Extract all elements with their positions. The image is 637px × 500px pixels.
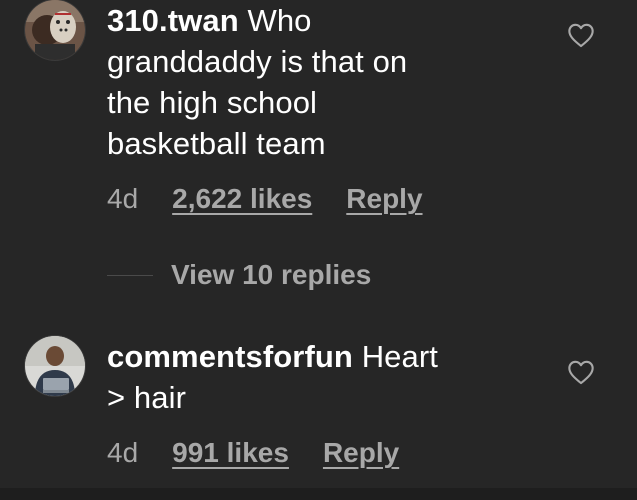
comment-body-line: > hair — [107, 380, 187, 415]
avatar-image-icon — [25, 0, 85, 60]
like-heart-icon[interactable] — [567, 359, 595, 385]
view-replies[interactable]: View 10 replies — [107, 255, 371, 295]
likes-count-link[interactable]: 2,622 likes — [172, 183, 312, 215]
comment-timestamp: 4d — [107, 183, 139, 214]
replies-divider — [107, 274, 153, 276]
comment-body-line: granddaddy is that on — [107, 44, 408, 79]
comment-body-line: basketball team — [107, 126, 326, 161]
comment-meta: 4d 991 likes Reply — [107, 433, 399, 473]
likes-count-link[interactable]: 991 likes — [172, 437, 289, 469]
view-replies-button[interactable]: View 10 replies — [171, 259, 371, 291]
comment-body-line: Who — [247, 3, 312, 38]
bottom-divider — [0, 488, 637, 500]
comment-username[interactable]: commentsforfun — [107, 339, 353, 374]
comment-text: commentsforfun Heart > hair — [107, 336, 438, 418]
reply-button[interactable]: Reply — [323, 437, 399, 469]
like-heart-icon[interactable] — [567, 22, 595, 48]
avatar[interactable] — [25, 0, 85, 60]
comment-username[interactable]: 310.twan — [107, 3, 239, 38]
comment-body-line: the high school — [107, 85, 318, 120]
reply-button[interactable]: Reply — [346, 183, 422, 215]
comment-meta: 4d 2,622 likes Reply — [107, 179, 423, 219]
avatar[interactable] — [25, 336, 85, 396]
comment-timestamp: 4d — [107, 437, 139, 468]
comment-body-line: Heart — [361, 339, 438, 374]
avatar-image-icon — [25, 336, 85, 396]
comment-text: 310.twan Who granddaddy is that on the h… — [107, 0, 407, 164]
